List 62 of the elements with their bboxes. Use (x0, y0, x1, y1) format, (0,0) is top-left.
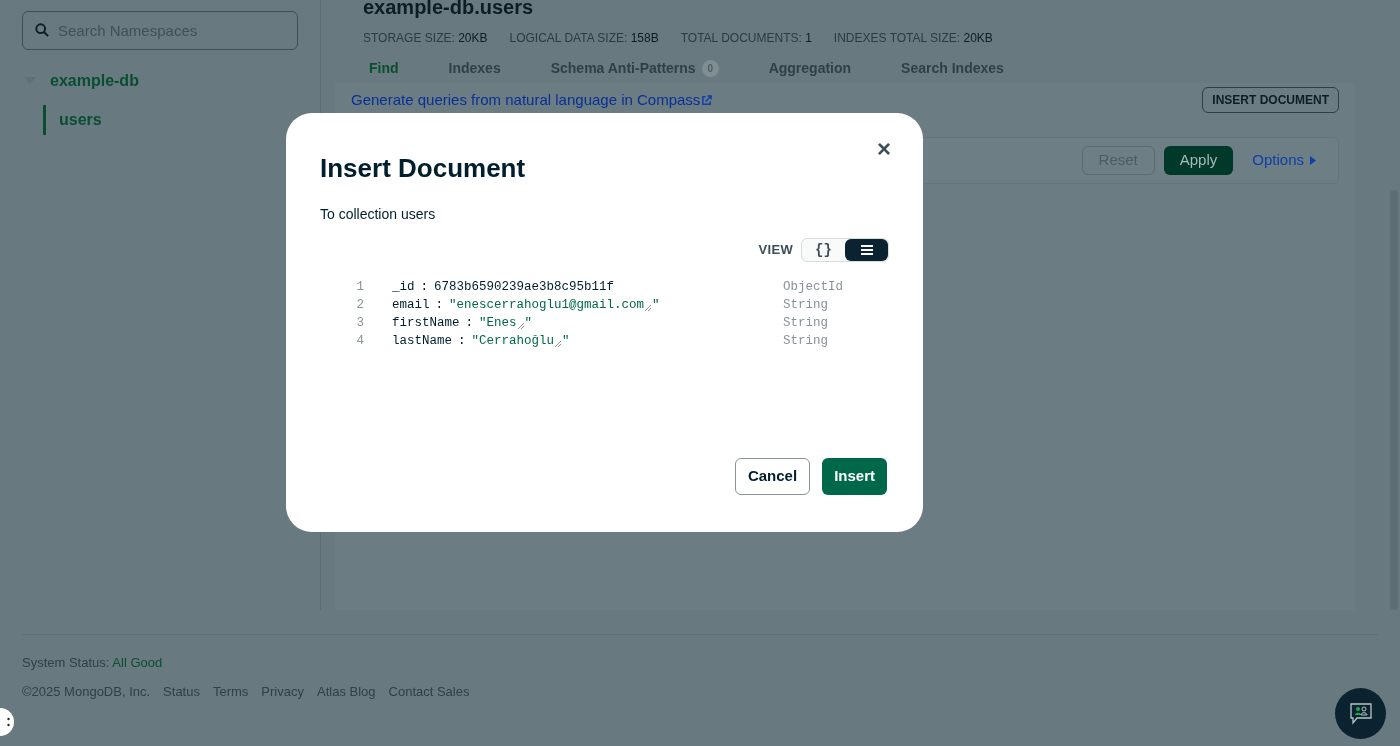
footer-link[interactable]: Status (163, 681, 200, 701)
field-value: 6783b6590239ae3b8c95b11f (434, 279, 615, 296)
cancel-button[interactable]: Cancel (734, 458, 811, 495)
field-key[interactable]: _id (392, 278, 415, 296)
options-button[interactable]: Options (1252, 149, 1316, 172)
copyright-text: ©2025 MongoDB, Inc. (22, 682, 151, 701)
resize-handle-icon[interactable] (644, 304, 653, 312)
field-key[interactable]: lastName (392, 332, 452, 350)
resize-handle-icon[interactable] (516, 322, 525, 330)
chat-icon (1347, 701, 1374, 726)
field-type[interactable]: String (783, 314, 828, 332)
field-value[interactable]: "enescerrahoglu1@gmail.com (449, 296, 645, 314)
tab[interactable]: Find (369, 58, 399, 83)
field-key[interactable]: firstName (392, 314, 460, 332)
resize-handle-icon[interactable] (554, 340, 563, 348)
dialog-subtitle: To collection users (320, 205, 437, 224)
system-status: System Status: All Good (22, 654, 164, 672)
dots-icon (7, 717, 10, 727)
close-button[interactable]: × (877, 137, 891, 161)
footer-link[interactable]: Atlas Blog (317, 681, 376, 701)
stat-text: TOTAL DOCUMENTS: 1 (680, 30, 812, 47)
line-number: 1 (355, 279, 365, 296)
field-key[interactable]: email (392, 296, 430, 314)
search-icon (35, 23, 49, 37)
menu-icon (860, 245, 873, 255)
line-number: 4 (355, 333, 365, 350)
chat-button[interactable] (1335, 688, 1386, 739)
colon: : (458, 333, 466, 350)
link[interactable]: Generate queries from natural language in Compass (351, 88, 713, 112)
colon: : (465, 315, 474, 332)
external-link-icon (701, 94, 713, 106)
insert-button[interactable]: Insert (822, 458, 887, 495)
closing-quote: " (652, 297, 660, 314)
closing-quote: " (524, 315, 533, 332)
caret-right-icon (1310, 156, 1316, 165)
stat-text: STORAGE SIZE: 20KB (363, 30, 488, 47)
dialog-title: Insert Document (320, 152, 526, 185)
tab[interactable]: Search Indexes (901, 58, 1004, 83)
view-option[interactable]: {} (802, 239, 845, 261)
colon: : (420, 279, 429, 296)
line-number: 2 (355, 297, 365, 314)
stat-text: LOGICAL DATA SIZE: 158B (509, 30, 659, 47)
field-value[interactable]: "Enes (479, 314, 517, 332)
closing-quote: " (562, 333, 570, 350)
database-item[interactable]: example-db (50, 69, 139, 93)
view-option[interactable] (845, 239, 888, 261)
apply-button[interactable]: Apply (1163, 146, 1234, 175)
footer-link[interactable]: Contact Sales (388, 681, 470, 701)
tab[interactable]: Indexes (448, 58, 501, 83)
insert-document-button[interactable]: INSERT DOCUMENT (1202, 87, 1339, 113)
stat-text: INDEXES TOTAL SIZE: 20KB (833, 30, 993, 47)
colon: : (435, 297, 444, 314)
collection-title: example-db.users (363, 0, 535, 17)
footer-link[interactable]: Privacy (261, 681, 304, 701)
field-value[interactable]: "Cerrahoğlu (471, 332, 555, 350)
footer-link[interactable]: Terms (212, 681, 249, 701)
line-number: 3 (355, 315, 365, 332)
view-label: VIEW (758, 241, 793, 260)
field-type[interactable]: String (783, 332, 828, 350)
field-type[interactable]: String (783, 296, 828, 314)
field-type[interactable]: ObjectId (783, 278, 843, 296)
tab[interactable]: Aggregation (768, 58, 852, 83)
